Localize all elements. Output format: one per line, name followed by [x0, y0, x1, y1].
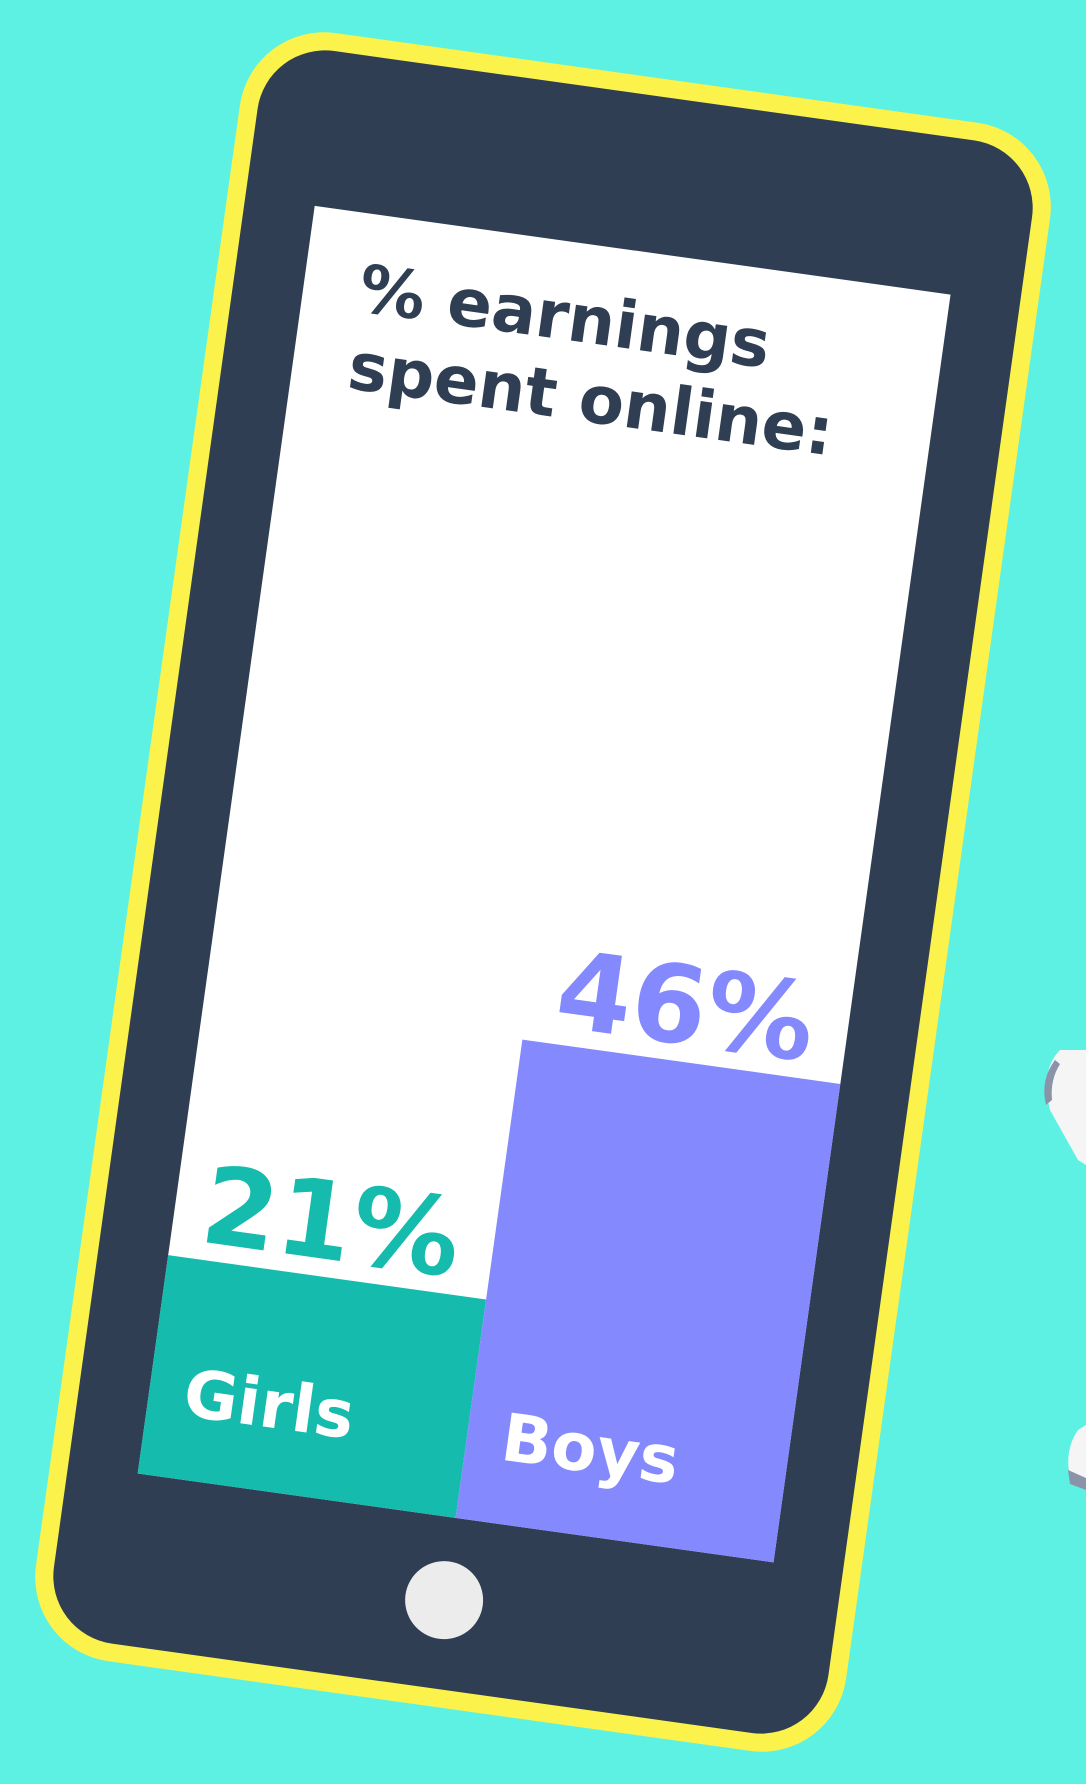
earbud-icon	[1044, 1050, 1086, 1490]
phone-illustration: % earnings spent online: 21%Girls46%Boys	[35, 32, 1086, 1752]
